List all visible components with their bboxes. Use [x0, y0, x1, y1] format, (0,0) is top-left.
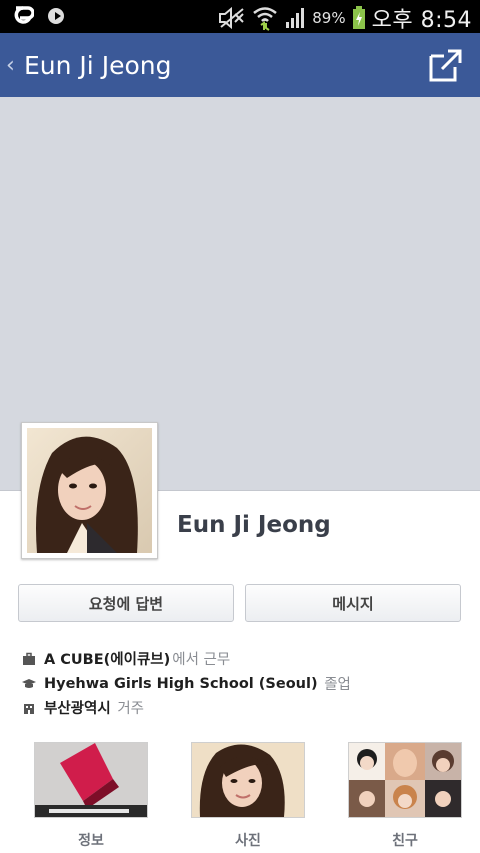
photos-thumbnail[interactable]	[191, 742, 305, 818]
clock: 오후 8:54	[371, 8, 472, 33]
profile-name: Eun Ji Jeong	[177, 512, 331, 538]
home-suffix: 거주	[117, 701, 144, 717]
share-external-icon[interactable]	[428, 47, 464, 83]
respond-request-button[interactable]: 요청에 답변	[18, 584, 234, 622]
info-work: A CUBE(에이큐브) 에서 근무	[22, 648, 230, 669]
chevron-left-icon[interactable]: ‹	[6, 53, 15, 78]
battery-charging-icon	[352, 6, 365, 29]
work-suffix: 에서 근무	[172, 652, 231, 668]
mute-icon	[219, 6, 244, 30]
hometown[interactable]: 부산광역시	[44, 697, 111, 718]
message-button[interactable]: 메시지	[245, 584, 461, 622]
graduation-cap-icon	[22, 678, 36, 688]
wifi-icon	[253, 7, 278, 31]
battery-percent: 89%	[312, 9, 346, 27]
friends-thumbnail[interactable]	[348, 742, 462, 818]
briefcase-icon	[23, 652, 35, 665]
about-thumbnail-image	[35, 743, 147, 817]
school-suffix: 졸업	[324, 677, 351, 693]
profile-photo-image	[27, 428, 152, 553]
status-bar: 89% 오후 8:54	[0, 0, 480, 33]
about-label[interactable]: 정보	[34, 830, 148, 850]
photos-thumbnail-image	[192, 743, 304, 817]
info-school: Hyehwa Girls High School (Seoul) 졸업	[22, 673, 351, 694]
profile-picture[interactable]	[21, 422, 158, 559]
photos-label[interactable]: 사진	[191, 830, 305, 850]
g-app-icon	[14, 6, 34, 24]
page-title[interactable]: Eun Ji Jeong	[24, 51, 171, 80]
about-thumbnail[interactable]	[34, 742, 148, 818]
house-icon	[24, 703, 34, 714]
friends-thumbnail-image	[349, 743, 461, 817]
work-place[interactable]: A CUBE(에이큐브)	[44, 648, 170, 669]
info-home: 부산광역시 거주	[22, 697, 144, 718]
app-bar: ‹ Eun Ji Jeong	[0, 33, 480, 97]
school-name[interactable]: Hyehwa Girls High School (Seoul)	[44, 676, 318, 692]
friends-label[interactable]: 친구	[348, 830, 462, 850]
signal-icon	[286, 8, 305, 28]
music-icon	[48, 8, 64, 24]
